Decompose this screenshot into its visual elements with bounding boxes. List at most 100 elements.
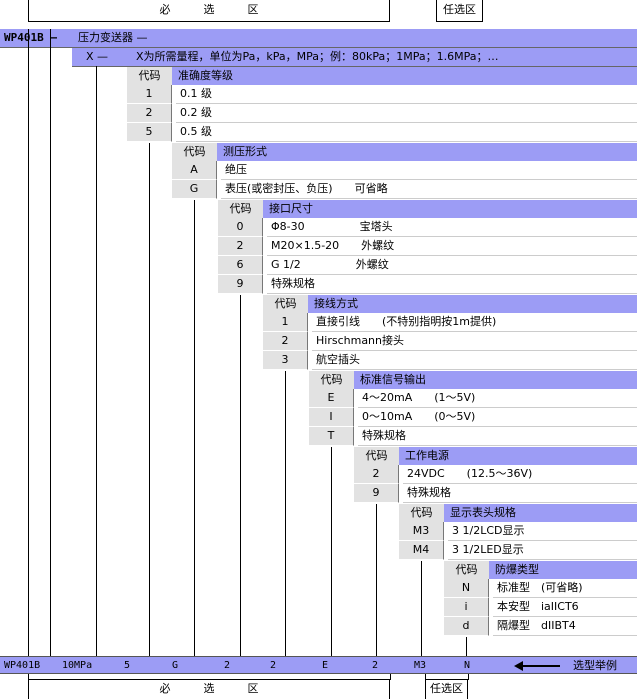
- arrow-icon: [518, 665, 560, 667]
- required-zone-top-label: 必 选 区: [159, 3, 259, 16]
- required-zone-bottom: 必 选 区: [28, 679, 390, 699]
- optional-zone-top: 任选区: [436, 0, 483, 22]
- section-power-code: 2: [354, 465, 399, 484]
- connector-line: [331, 447, 332, 656]
- section-port-title: 接口尺寸: [263, 200, 637, 218]
- section-display-desc: 3 1/2LED显示: [448, 541, 637, 560]
- required-zone-top: 必 选 区: [28, 0, 390, 22]
- section-explosion-desc: 隔爆型 dIIBT4: [493, 617, 637, 636]
- section-explosion-desc: 标准型 (可省略): [493, 579, 637, 598]
- section-power-title: 工作电源: [399, 447, 637, 465]
- example-value: 2: [270, 660, 277, 671]
- section-wiring-desc: 直接引线 (不特别指明按1m提供): [312, 313, 637, 332]
- model-header-bar: WP401B — 压力变送器 —: [0, 29, 637, 47]
- example-value: G: [172, 660, 179, 671]
- section-signal-code: E: [309, 389, 354, 408]
- example-label: 选型举例: [573, 659, 617, 672]
- section-port-desc: Φ8-30 宝塔头: [267, 218, 637, 237]
- section-port-code: 0: [218, 218, 263, 237]
- section-explosion-code: N: [444, 579, 489, 598]
- section-power-code-header: 代码: [354, 447, 399, 465]
- section-accuracy-code: 1: [127, 85, 172, 104]
- range-row: X — X为所需量程，单位为Pa，kPa，MPa；例：80kPa；1MPa；1.…: [72, 48, 637, 66]
- example-value: E: [322, 660, 329, 671]
- section-explosion-title: 防爆类型: [489, 561, 637, 579]
- section-pressure-desc: 表压(或密封压、负压) 可省略: [221, 180, 637, 199]
- section-power-code: 9: [354, 484, 399, 503]
- section-wiring-code-header: 代码: [263, 295, 308, 313]
- model-title: 压力变送器 —: [78, 31, 148, 44]
- section-power-desc: 特殊规格: [403, 484, 637, 503]
- required-zone-bottom-label: 必 选 区: [159, 682, 259, 695]
- section-explosion-code-header: 代码: [444, 561, 489, 579]
- connector-line: [390, 674, 391, 680]
- optional-zone-top-label: 任选区: [443, 3, 476, 16]
- section-wiring-desc: 航空插头: [312, 351, 637, 370]
- section-signal-code: I: [309, 408, 354, 427]
- section-pressure-title: 测压形式: [217, 143, 637, 161]
- connector-line: [194, 200, 195, 656]
- example-value: 2: [372, 660, 379, 671]
- connector-line: [96, 66, 97, 656]
- section-port-code: 6: [218, 256, 263, 275]
- section-signal-desc: 0～10mA (0～5V): [358, 408, 637, 427]
- section-pressure-code: A: [172, 161, 217, 180]
- section-signal-code-header: 代码: [309, 371, 354, 389]
- example-row: WP401B 10MPa 5 G 2 2 E 2 M3 N 选型举例: [0, 656, 637, 674]
- section-display-code: M4: [399, 541, 444, 560]
- section-port-desc: G 1/2 外螺纹: [267, 256, 637, 275]
- section-pressure-code: G: [172, 180, 217, 199]
- range-code: X —: [86, 50, 109, 63]
- section-port-desc: M20×1.5-20 外螺纹: [267, 237, 637, 256]
- section-accuracy-desc: 0.1 级: [176, 85, 637, 104]
- range-text: X为所需量程，单位为Pa，kPa，MPa；例：80kPa；1MPa；1.6MPa…: [136, 50, 499, 63]
- connector-line: [240, 295, 241, 656]
- section-wiring-code: 3: [263, 351, 308, 370]
- section-pressure-desc: 绝压: [221, 161, 637, 180]
- section-signal-desc: 4～20mA (1～5V): [358, 389, 637, 408]
- example-value: 10MPa: [62, 660, 93, 671]
- section-accuracy-title: 准确度等级: [172, 67, 637, 85]
- section-accuracy-desc: 0.5 级: [176, 123, 637, 142]
- section-display-desc: 3 1/2LCD显示: [448, 522, 637, 541]
- section-port-code: 9: [218, 275, 263, 294]
- optional-zone-bottom: 任选区: [425, 679, 468, 699]
- arrow-head-icon: [514, 661, 523, 671]
- connector-line: [149, 143, 150, 656]
- section-display-title: 显示表头规格: [444, 504, 637, 522]
- section-wiring-desc: Hirschmann接头: [312, 332, 637, 351]
- section-signal-desc: 特殊规格: [358, 427, 637, 446]
- section-explosion-code: d: [444, 617, 489, 636]
- section-accuracy-desc: 0.2 级: [176, 104, 637, 123]
- section-signal-title: 标准信号输出: [354, 371, 637, 389]
- example-value: 2: [224, 660, 231, 671]
- section-wiring-code: 2: [263, 332, 308, 351]
- section-wiring-code: 1: [263, 313, 308, 332]
- section-signal-code: T: [309, 427, 354, 446]
- section-wiring-title: 接线方式: [308, 295, 637, 313]
- connector-line: [376, 504, 377, 656]
- section-display-code: M3: [399, 522, 444, 541]
- connector-line: [466, 637, 467, 656]
- optional-zone-bottom-label: 任选区: [430, 682, 463, 695]
- section-explosion-code: i: [444, 598, 489, 617]
- example-value: 5: [124, 660, 131, 671]
- example-value: M3: [414, 660, 427, 671]
- section-display-code-header: 代码: [399, 504, 444, 522]
- section-port-code: 2: [218, 237, 263, 256]
- section-pressure-code-header: 代码: [172, 143, 217, 161]
- connector-line: [468, 674, 469, 680]
- section-port-code-header: 代码: [218, 200, 263, 218]
- connector-line: [421, 561, 422, 656]
- section-explosion-desc: 本安型 iaIICT6: [493, 598, 637, 617]
- section-port-desc: 特殊规格: [267, 275, 637, 294]
- connector-line: [28, 29, 29, 656]
- example-value: WP401B: [4, 660, 41, 671]
- connector-line: [50, 29, 51, 656]
- section-power-desc: 24VDC (12.5～36V): [403, 465, 637, 484]
- example-value: N: [464, 660, 471, 671]
- section-accuracy-code: 5: [127, 123, 172, 142]
- section-accuracy-code-header: 代码: [127, 67, 172, 85]
- connector-line: [285, 371, 286, 656]
- section-accuracy-code: 2: [127, 104, 172, 123]
